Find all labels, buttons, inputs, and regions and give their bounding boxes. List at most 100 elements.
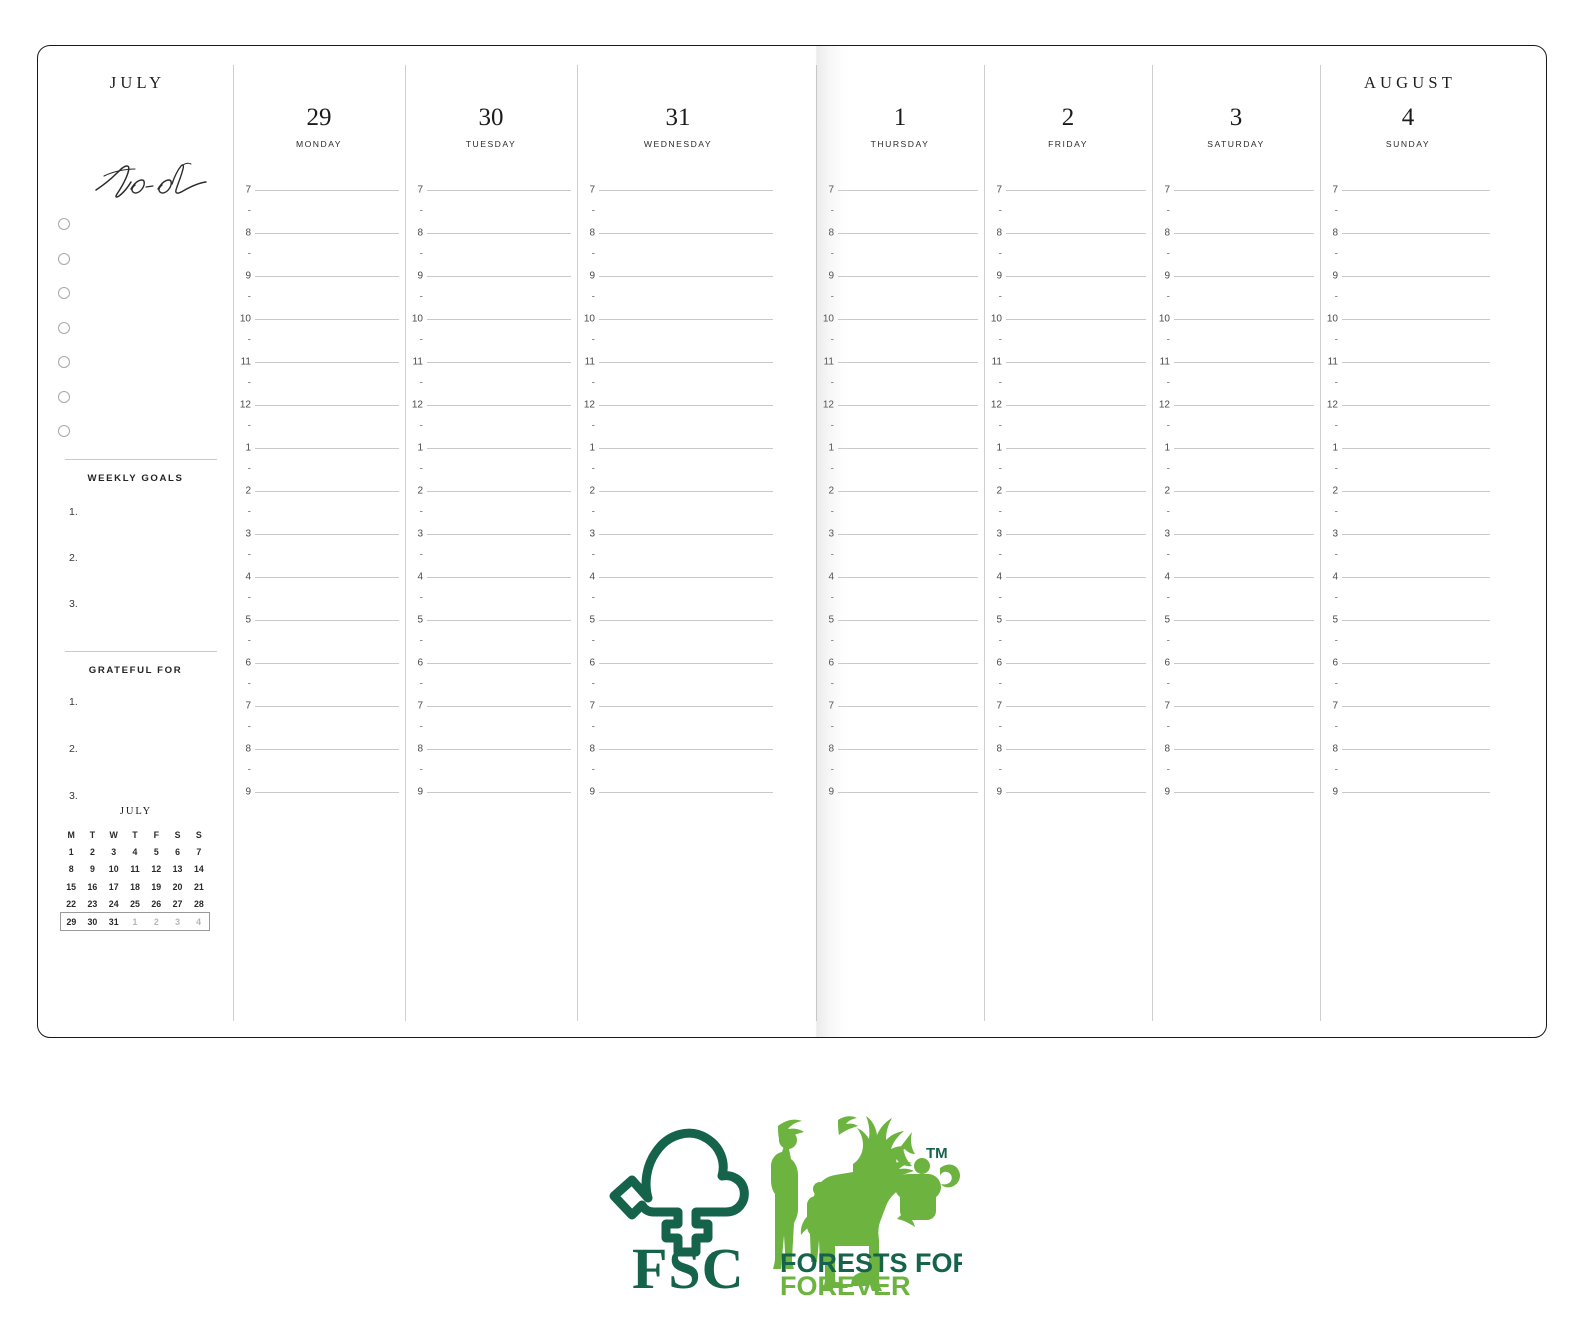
time-slot-hour[interactable]: 9	[816, 265, 984, 287]
time-slot-writing-line[interactable]	[1006, 662, 1146, 664]
time-slot-half-hour[interactable]: -	[577, 287, 779, 309]
time-slot-half-hour[interactable]: -	[233, 244, 405, 266]
time-slot-half-hour[interactable]: -	[405, 287, 577, 309]
time-slot-half-hour[interactable]: -	[1152, 416, 1320, 438]
mini-calendar-day[interactable]: 23	[82, 896, 103, 913]
time-slot-writing-line[interactable]	[1006, 490, 1146, 492]
time-slot-hour[interactable]: 11	[233, 351, 405, 373]
time-slot-hour[interactable]: 9	[233, 265, 405, 287]
time-slot-hour[interactable]: 7	[233, 695, 405, 717]
time-slot-writing-line[interactable]	[1006, 318, 1146, 320]
time-slot-writing-line[interactable]	[427, 447, 571, 449]
time-slot-hour[interactable]: 2	[1320, 480, 1496, 502]
time-slot-writing-line[interactable]	[599, 490, 773, 492]
time-slot-half-hour[interactable]: -	[405, 416, 577, 438]
time-slot-half-hour[interactable]: -	[984, 287, 1152, 309]
time-slot-writing-line[interactable]	[1342, 619, 1490, 621]
time-slot-half-hour[interactable]: -	[1320, 459, 1496, 481]
time-slot-writing-line[interactable]	[255, 275, 399, 277]
time-slot-half-hour[interactable]: -	[233, 330, 405, 352]
time-slot-half-hour[interactable]: -	[816, 287, 984, 309]
time-slot-writing-line[interactable]	[1342, 361, 1490, 363]
mini-calendar-day[interactable]: 27	[167, 896, 188, 913]
time-slot-writing-line[interactable]	[838, 748, 978, 750]
time-slot-writing-line[interactable]	[599, 705, 773, 707]
time-slot-half-hour[interactable]: -	[577, 416, 779, 438]
time-slot-writing-line[interactable]	[838, 275, 978, 277]
time-slot-half-hour[interactable]: -	[405, 717, 577, 739]
time-slot-hour[interactable]: 7	[1152, 695, 1320, 717]
time-slot-hour[interactable]: 4	[1152, 566, 1320, 588]
time-slot-half-hour[interactable]: -	[1320, 588, 1496, 610]
checkbox-circle-icon[interactable]	[58, 321, 70, 334]
time-slot-writing-line[interactable]	[1342, 705, 1490, 707]
time-slot-hour[interactable]: 1	[405, 437, 577, 459]
time-slot-hour[interactable]: 11	[405, 351, 577, 373]
time-slot-half-hour[interactable]: -	[984, 631, 1152, 653]
time-slot-writing-line[interactable]	[599, 275, 773, 277]
time-slot-writing-line[interactable]	[1174, 404, 1314, 406]
time-slot-writing-line[interactable]	[427, 490, 571, 492]
time-slot-hour[interactable]: 7	[1320, 695, 1496, 717]
mini-calendar-day[interactable]: 13	[167, 861, 188, 878]
time-slot-half-hour[interactable]: -	[233, 502, 405, 524]
time-slot-half-hour[interactable]: -	[405, 201, 577, 223]
time-slot-half-hour[interactable]: -	[816, 502, 984, 524]
time-slot-hour[interactable]: 12	[233, 394, 405, 416]
time-slot-half-hour[interactable]: -	[577, 760, 779, 782]
time-slot-writing-line[interactable]	[255, 619, 399, 621]
time-slot-half-hour[interactable]: -	[816, 631, 984, 653]
time-slot-hour[interactable]: 7	[984, 179, 1152, 201]
time-slot-half-hour[interactable]: -	[577, 502, 779, 524]
time-slot-half-hour[interactable]: -	[577, 631, 779, 653]
time-slot-hour[interactable]: 5	[233, 609, 405, 631]
time-slot-half-hour[interactable]: -	[984, 717, 1152, 739]
time-slot-half-hour[interactable]: -	[984, 545, 1152, 567]
time-slot-writing-line[interactable]	[427, 662, 571, 664]
time-slot-hour[interactable]: 8	[816, 222, 984, 244]
time-slot-hour[interactable]: 6	[577, 652, 779, 674]
time-slot-writing-line[interactable]	[838, 662, 978, 664]
time-slot-hour[interactable]: 9	[984, 781, 1152, 803]
time-slot-half-hour[interactable]: -	[984, 416, 1152, 438]
time-slot-hour[interactable]: 8	[233, 222, 405, 244]
mini-calendar-day[interactable]: 2	[145, 912, 167, 931]
time-slot-writing-line[interactable]	[599, 318, 773, 320]
time-slot-writing-line[interactable]	[599, 232, 773, 234]
time-slot-writing-line[interactable]	[255, 576, 399, 578]
time-slot-writing-line[interactable]	[838, 705, 978, 707]
time-slot-hour[interactable]: 3	[984, 523, 1152, 545]
mini-calendar-day[interactable]: 14	[188, 861, 209, 878]
time-slot-half-hour[interactable]: -	[233, 631, 405, 653]
time-slot-writing-line[interactable]	[1342, 275, 1490, 277]
mini-calendar-day[interactable]: 3	[103, 843, 124, 860]
time-slot-hour[interactable]: 1	[233, 437, 405, 459]
time-slot-half-hour[interactable]: -	[816, 373, 984, 395]
todo-item[interactable]	[58, 387, 233, 422]
time-slot-half-hour[interactable]: -	[1152, 244, 1320, 266]
grateful-for-line-1[interactable]: 1.	[69, 696, 78, 708]
time-slot-hour[interactable]: 6	[984, 652, 1152, 674]
time-slot-half-hour[interactable]: -	[233, 760, 405, 782]
time-slot-half-hour[interactable]: -	[233, 459, 405, 481]
weekly-goal-line-3[interactable]: 3.	[69, 598, 78, 610]
time-slot-half-hour[interactable]: -	[1320, 287, 1496, 309]
time-slot-writing-line[interactable]	[255, 533, 399, 535]
time-slot-writing-line[interactable]	[1342, 318, 1490, 320]
time-slot-hour[interactable]: 3	[816, 523, 984, 545]
time-slot-hour[interactable]: 11	[984, 351, 1152, 373]
time-slot-writing-line[interactable]	[1006, 576, 1146, 578]
time-slot-hour[interactable]: 11	[1152, 351, 1320, 373]
time-slot-half-hour[interactable]: -	[984, 373, 1152, 395]
time-slot-hour[interactable]: 8	[1152, 222, 1320, 244]
time-slot-hour[interactable]: 10	[984, 308, 1152, 330]
time-slot-writing-line[interactable]	[255, 361, 399, 363]
time-slot-hour[interactable]: 9	[1152, 781, 1320, 803]
time-slot-writing-line[interactable]	[255, 404, 399, 406]
time-slot-hour[interactable]: 9	[816, 781, 984, 803]
time-slot-half-hour[interactable]: -	[405, 502, 577, 524]
time-slot-writing-line[interactable]	[1174, 748, 1314, 750]
mini-calendar-day[interactable]: 28	[188, 896, 209, 913]
time-slot-half-hour[interactable]: -	[1152, 545, 1320, 567]
time-slot-half-hour[interactable]: -	[405, 588, 577, 610]
